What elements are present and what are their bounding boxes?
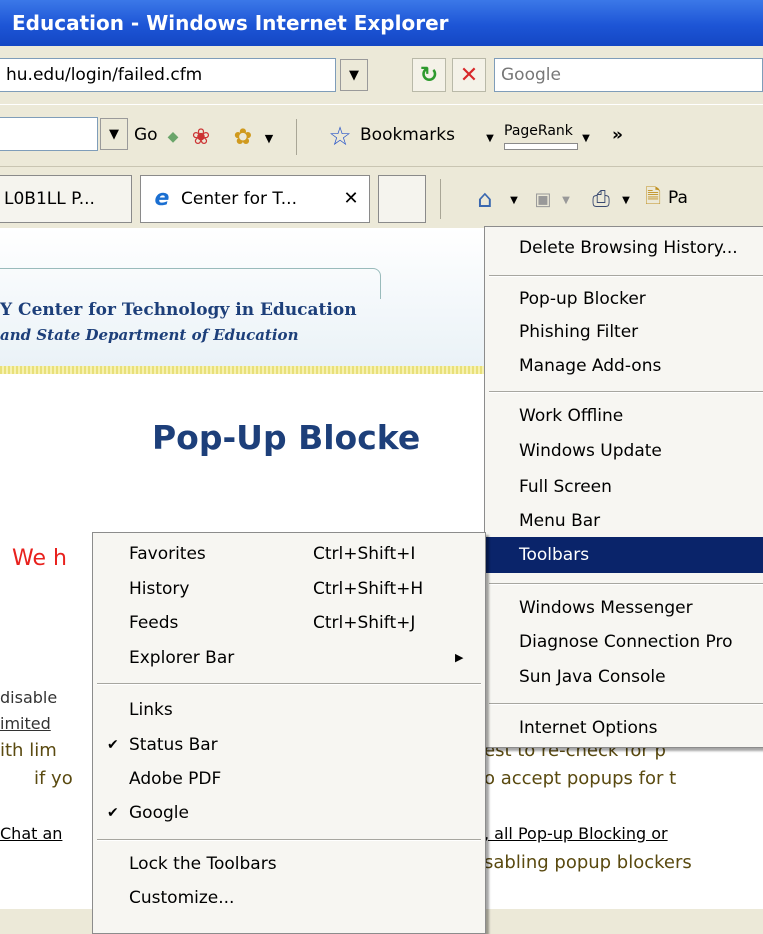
menu-separator	[489, 583, 763, 585]
separator-arrow-icon: ◆	[167, 129, 179, 145]
tab-previous[interactable]: L0B1LL P...	[0, 175, 132, 223]
print-icon[interactable]: ⎙	[586, 185, 616, 213]
banner-title: Y Center for Technology in Education	[0, 300, 357, 320]
menu-item-feeds[interactable]: Feeds Ctrl+Shift+J	[93, 606, 485, 640]
menu-separator	[97, 683, 481, 685]
body-line: o accept popups for t	[484, 768, 677, 789]
tab-row: L0B1LL P... e Center for T... ✕ ⌂ ▼ ▣ ▼ …	[0, 166, 763, 229]
tab-active[interactable]: e Center for T... ✕	[140, 175, 370, 223]
chevron-down-icon[interactable]: ▼	[620, 194, 632, 206]
page-menu-button[interactable]: Pa	[668, 167, 688, 229]
go-button[interactable]: Go	[134, 115, 158, 155]
stop-icon: ✕	[459, 62, 479, 88]
menu-separator	[97, 839, 481, 841]
window-title-bar: Education - Windows Internet Explorer	[0, 0, 763, 46]
body-line: if yo	[34, 768, 73, 789]
menu-item-adobe-pdf[interactable]: Adobe PDF	[93, 762, 485, 796]
menu-separator	[489, 275, 763, 277]
body-link[interactable]: imited	[0, 714, 51, 733]
address-dropdown-button[interactable]: ▼	[340, 59, 368, 91]
menu-item-status-bar[interactable]: ✔ Status Bar	[93, 728, 485, 762]
page-heading: Pop-Up Blocke	[152, 418, 421, 457]
shortcut-text: Ctrl+Shift+H	[313, 579, 424, 599]
new-tab-button[interactable]	[378, 175, 426, 223]
tab-label: Center for T...	[181, 189, 297, 209]
checkmark-icon: ✔	[107, 737, 119, 753]
body-link[interactable]: Chat an	[0, 824, 62, 843]
banner-subtitle: and State Department of Education	[0, 326, 299, 344]
address-input[interactable]: hu.edu/login/failed.cfm	[0, 58, 336, 92]
menu-item-links[interactable]: Links	[93, 693, 485, 727]
ie-page-icon: e	[154, 186, 170, 211]
close-tab-icon[interactable]: ✕	[339, 186, 363, 212]
toolbar-divider	[296, 119, 297, 155]
menu-item-favorites[interactable]: Favorites Ctrl+Shift+I	[93, 537, 485, 571]
site-banner: Y Center for Technology in Education and…	[0, 228, 500, 366]
pagerank-button[interactable]: PageRank	[504, 123, 573, 139]
bookmark-star-icon[interactable]: ☆	[326, 122, 354, 152]
chevron-down-icon[interactable]: ▼	[262, 131, 276, 145]
toolbar-overflow-button[interactable]: »	[612, 115, 623, 155]
toolbars-submenu: Favorites Ctrl+Shift+I History Ctrl+Shif…	[92, 532, 486, 934]
toolbar-search-dropdown[interactable]: ▼	[100, 118, 128, 150]
menu-item-diagnose-connection[interactable]: Diagnose Connection Pro	[485, 625, 763, 659]
menu-item-lock-toolbars[interactable]: Lock the Toolbars	[93, 847, 485, 881]
menu-item-internet-options[interactable]: Internet Options	[485, 711, 763, 745]
chevron-down-icon[interactable]: ▼	[560, 194, 572, 206]
refresh-icon: ↻	[419, 62, 439, 88]
banner-frame	[0, 268, 381, 299]
menu-item-manage-addons[interactable]: Manage Add-ons	[485, 349, 763, 383]
menu-item-toolbars[interactable]: Toolbars	[485, 537, 763, 573]
warning-text: We h	[12, 546, 67, 571]
page-icon[interactable]: 🗎	[640, 184, 666, 213]
bookmarks-button[interactable]: Bookmarks	[360, 115, 455, 155]
banner-stripe	[0, 366, 500, 374]
window-title: Education - Windows Internet Explorer	[12, 11, 449, 35]
address-bar-row: hu.edu/login/failed.cfm ▼ ↻ ✕ Google	[0, 46, 763, 104]
menu-separator	[489, 703, 763, 705]
tools-menu: Delete Browsing History... Pop-up Blocke…	[484, 226, 763, 748]
body-link[interactable]: , all Pop-up Blocking or	[484, 824, 668, 843]
body-line: disable	[0, 688, 58, 707]
menu-item-history[interactable]: History Ctrl+Shift+H	[93, 572, 485, 606]
home-icon[interactable]: ⌂	[470, 185, 500, 213]
body-line: sabling popup blockers	[484, 852, 692, 873]
toolbar-divider	[440, 179, 441, 219]
menu-item-windows-messenger[interactable]: Windows Messenger	[485, 591, 763, 625]
menu-item-full-screen[interactable]: Full Screen	[485, 470, 763, 504]
menu-item-customize[interactable]: Customize...	[93, 881, 485, 915]
menu-item-google[interactable]: ✔ Google	[93, 796, 485, 830]
menu-item-windows-update[interactable]: Windows Update	[485, 434, 763, 468]
search-input[interactable]: Google	[494, 58, 763, 92]
menu-item-explorer-bar[interactable]: Explorer Bar ▶	[93, 641, 485, 675]
menu-item-phishing-filter[interactable]: Phishing Filter	[485, 315, 763, 349]
chevron-down-icon: ▼	[486, 132, 494, 144]
chevron-down-icon[interactable]: ▼	[508, 194, 520, 206]
stop-button[interactable]: ✕	[452, 58, 486, 92]
toolbar-app-icon[interactable]: ❀	[186, 123, 216, 151]
submenu-arrow-icon: ▶	[455, 651, 464, 664]
menu-separator	[489, 391, 763, 393]
chevron-down-icon: ▼	[349, 67, 359, 83]
shortcut-text: Ctrl+Shift+I	[313, 544, 416, 564]
checkmark-icon: ✔	[107, 805, 119, 821]
chevron-down-icon: ▼	[582, 132, 590, 144]
chevron-down-icon: ▼	[109, 126, 119, 142]
menu-item-delete-history[interactable]: Delete Browsing History...	[485, 231, 763, 265]
pagerank-bar	[504, 143, 578, 150]
refresh-button[interactable]: ↻	[412, 58, 446, 92]
body-line: ith lim	[0, 740, 57, 761]
tab-label: L0B1LL P...	[4, 189, 95, 209]
feeds-icon[interactable]: ▣	[530, 185, 556, 213]
google-toolbar-row: ▼ Go ◆ ❀ ✿ ▼ ☆ Bookmarks ▼ PageRank ▼ »	[0, 104, 763, 167]
toolbar-search-field[interactable]	[0, 117, 98, 151]
menu-item-menu-bar[interactable]: Menu Bar	[485, 504, 763, 538]
shortcut-text: Ctrl+Shift+J	[313, 613, 416, 633]
toolbar-options-icon[interactable]: ✿	[228, 123, 258, 151]
menu-item-work-offline[interactable]: Work Offline	[485, 399, 763, 433]
menu-item-sun-java-console[interactable]: Sun Java Console	[485, 660, 763, 694]
menu-item-popup-blocker[interactable]: Pop-up Blocker	[485, 282, 763, 316]
